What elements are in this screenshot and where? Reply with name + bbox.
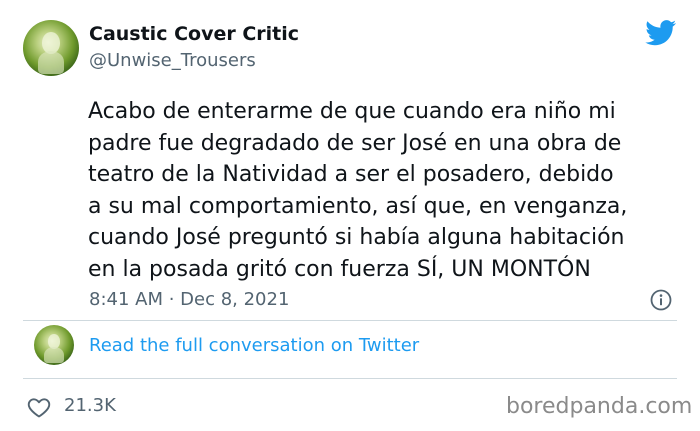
tweet-timestamp[interactable]: 8:41 AM · Dec 8, 2021 bbox=[89, 289, 289, 310]
tweet-line: cuando José preguntó si había alguna hab… bbox=[88, 225, 625, 250]
conversation-avatar[interactable] bbox=[34, 325, 74, 365]
twitter-bird-icon[interactable] bbox=[645, 20, 677, 46]
read-conversation-link[interactable]: Read the full conversation on Twitter bbox=[89, 335, 419, 356]
watermark: boredpanda.com bbox=[506, 394, 693, 419]
divider bbox=[23, 378, 677, 379]
tweet-line: a su mal comportamiento, así que, en ven… bbox=[88, 193, 628, 219]
tweet-line: Acabo de enterarme de que cuando era niñ… bbox=[88, 99, 616, 124]
divider bbox=[23, 320, 677, 321]
tweet-line: en la posada gritó con fuerza SÍ, UN MON… bbox=[88, 256, 591, 282]
tweet-line: teatro de la Natividad a ser el posadero… bbox=[88, 162, 614, 187]
info-icon[interactable] bbox=[650, 289, 672, 311]
like-count: 21.3K bbox=[64, 395, 116, 416]
tweet-line: padre fue degradado de ser José en una o… bbox=[88, 130, 622, 156]
heart-icon[interactable] bbox=[27, 396, 51, 418]
tweet-text: Acabo de enterarme de que cuando era niñ… bbox=[88, 96, 688, 285]
author-handle[interactable]: @Unwise_Trousers bbox=[89, 50, 256, 71]
author-display-name[interactable]: Caustic Cover Critic bbox=[89, 23, 299, 45]
author-avatar[interactable] bbox=[23, 20, 79, 76]
